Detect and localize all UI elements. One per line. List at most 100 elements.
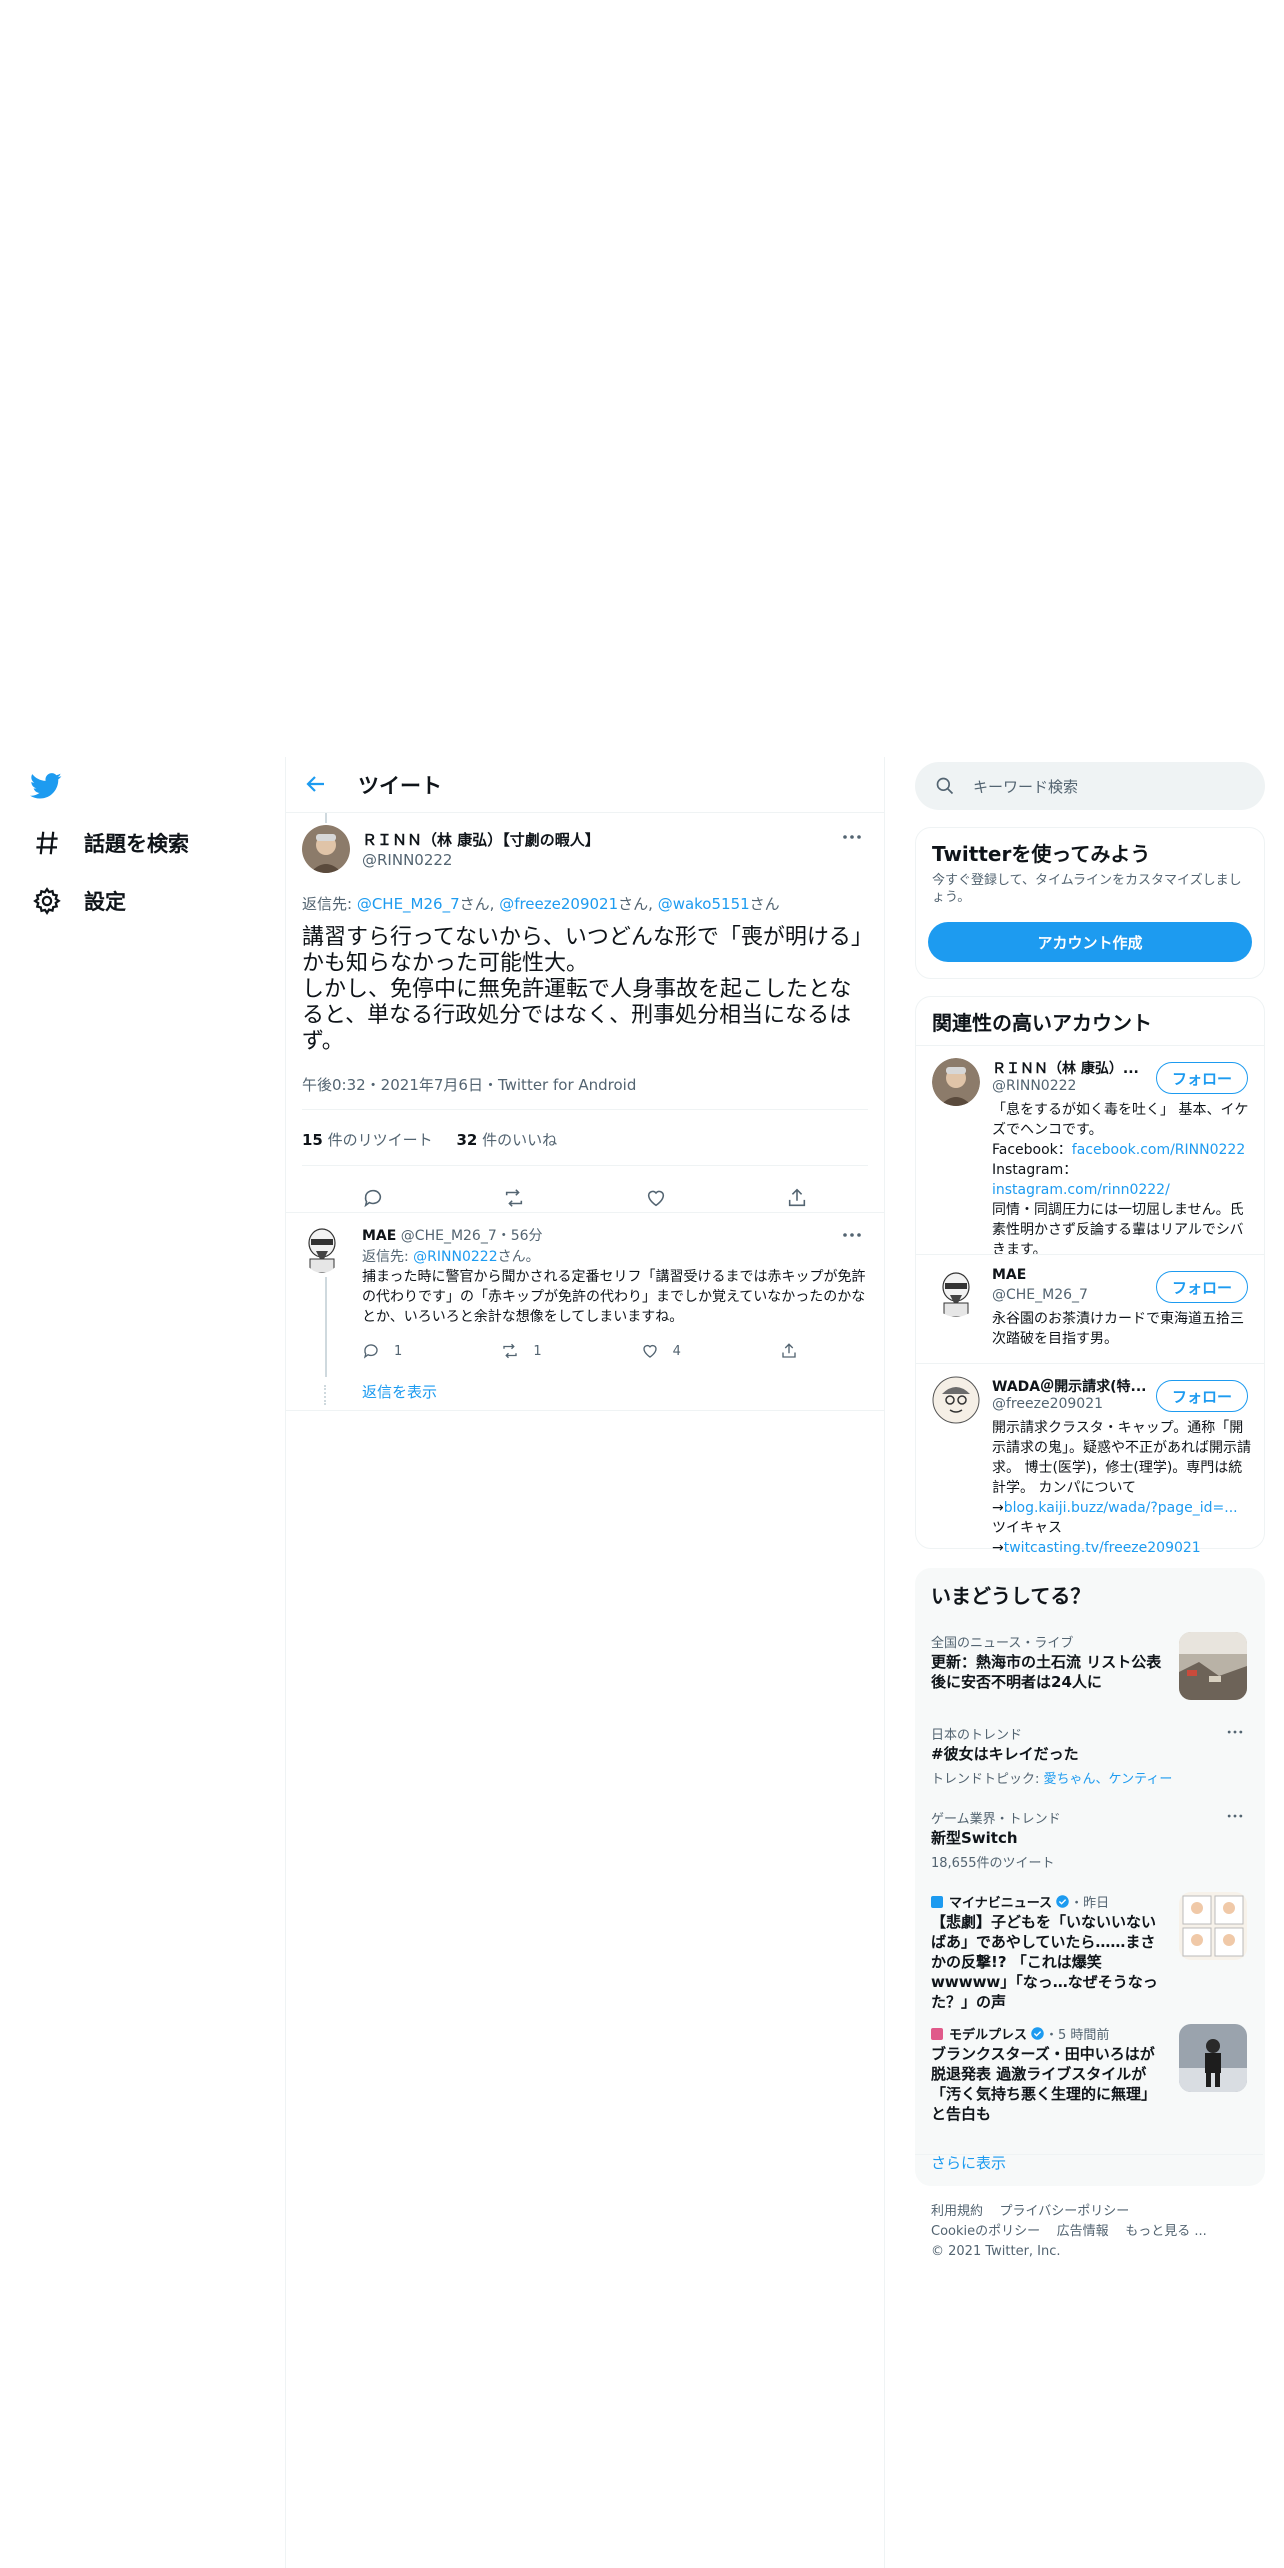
divider	[302, 1109, 868, 1110]
share-button[interactable]	[780, 1342, 812, 1360]
trend-name: ブランクスターズ・田中いろはが脱退発表 過激ライブスタイルが「汚く気持ち悪く生理…	[931, 2045, 1157, 2123]
trend-name: 更新：熱海市の土石流 リスト公表後に安否不明者は24人に	[931, 1653, 1162, 1691]
like-icon[interactable]	[645, 1187, 667, 1209]
create-account-button[interactable]: アカウント作成	[928, 922, 1252, 962]
tweet-timestamp[interactable]: 午後0:32・2021年7月6日・Twitter for Android	[302, 1074, 636, 1095]
twitter-logo-icon[interactable]	[30, 770, 62, 802]
trend-name: 【悲劇】子どもを「いないいないばあ」であやしていたら……まさかの反撃!? 「これ…	[931, 1913, 1158, 2011]
footer: 利用規約 プライバシーポリシー Cookieのポリシー 広告情報 もっと見る .…	[931, 2202, 1261, 2262]
news-thumbnail	[1179, 2024, 1247, 2092]
footer-terms-link[interactable]: 利用規約	[931, 2204, 983, 2219]
display-name[interactable]: MAE	[362, 1228, 396, 1244]
reply-icon[interactable]	[362, 1187, 384, 1209]
related-account-1[interactable]: ＲＩＮＮ（林 康弘）... @RINN0222 フォロー 「息をするが如く毒を吐…	[916, 1046, 1264, 1258]
trend-thumbnail	[1179, 1632, 1247, 1700]
reply-to-link-2[interactable]: @freeze209021	[499, 895, 618, 913]
source-logo-icon	[931, 1895, 943, 1908]
account-name[interactable]: ＲＩＮＮ（林 康弘）...	[992, 1058, 1139, 1078]
trends-card: いまどうしてる？ 全国のニュース・ライブ 更新：熱海市の土石流 リスト公表後に安…	[915, 1568, 1265, 2186]
bio-link[interactable]: facebook.com/RINN0222	[1072, 1142, 1245, 1158]
account-name[interactable]: MAE	[992, 1267, 1026, 1283]
more-options-icon[interactable]	[1225, 1806, 1245, 1826]
follow-button[interactable]: フォロー	[1156, 1380, 1248, 1412]
account-handle[interactable]: @CHE_M26_7	[992, 1287, 1088, 1303]
news-source-line: モデルプレス ・5 時間前	[931, 2024, 1109, 2043]
account-handle[interactable]: @RINN0222	[992, 1078, 1076, 1094]
reply-sep: さん,	[618, 895, 658, 913]
trend-item[interactable]: 全国のニュース・ライブ 更新：熱海市の土石流 リスト公表後に安否不明者は24人に	[915, 1628, 1263, 1712]
page-header: ツイート	[286, 757, 884, 813]
main-column: ツイート ＲＩＮＮ（林 康弘）【寸劇の暇人】 @RINN0222 返信先: @C…	[285, 757, 885, 2568]
bio-link[interactable]: twitcasting.tv/freeze209021	[1004, 1540, 1201, 1556]
back-arrow-icon[interactable]	[304, 772, 330, 798]
related-account-2[interactable]: MAE @CHE_M26_7 フォロー 永谷園のお茶漬けカードで東海道五拾三次踏…	[916, 1255, 1264, 1363]
handle-time[interactable]: @CHE_M26_7・56分	[401, 1228, 543, 1244]
trend-news-item[interactable]: マイナビニュース ・昨日 【悲劇】子どもを「いないいないばあ」であやしていたら……	[915, 1888, 1263, 2016]
account-bio: 「息をするが如く毒を吐く」 基本、イケズでヘンコです。 Facebook：fac…	[992, 1100, 1254, 1260]
more-options-icon[interactable]	[840, 1223, 864, 1247]
avatar[interactable]	[302, 1225, 342, 1273]
account-name[interactable]: WADA＠開示請求(特...	[992, 1376, 1146, 1396]
related-account-3[interactable]: WADA＠開示請求(特... @freeze209021 フォロー 開示請求クラ…	[916, 1364, 1264, 1556]
follow-label: フォロー	[1171, 1278, 1232, 1297]
signup-title: Twitterを使ってみよう	[932, 842, 1151, 866]
trend-context: 全国のニュース・ライブ	[931, 1636, 1074, 1651]
share-icon[interactable]	[786, 1187, 808, 1209]
avatar[interactable]	[932, 1058, 980, 1106]
footer-ads-link[interactable]: 広告情報	[1057, 2224, 1109, 2239]
trend-sub-links[interactable]: 愛ちゃん、ケンティー	[1044, 1772, 1173, 1787]
more-options-icon[interactable]	[1225, 1722, 1245, 1742]
follow-button[interactable]: フォロー	[1156, 1271, 1248, 1303]
footer-cookie-link[interactable]: Cookieのポリシー	[931, 2224, 1040, 2239]
user-handle[interactable]: @RINN0222	[362, 851, 452, 869]
account-bio: 開示請求クラスタ・キャップ。通称「開示請求の鬼」。疑惑や不正があれば開示請求。 …	[992, 1418, 1254, 1558]
retweet-label: 件のリツイート	[322, 1131, 433, 1149]
trend-sub-prefix: トレンドトピック:	[931, 1772, 1044, 1787]
avatar[interactable]	[302, 825, 350, 873]
trend-item[interactable]: 日本のトレンド #彼女はキレイだった トレンドトピック: 愛ちゃん、ケンティー	[915, 1720, 1263, 1800]
display-name[interactable]: ＲＩＮＮ（林 康弘）【寸劇の暇人】	[362, 829, 600, 850]
reply-suffix: さん	[749, 895, 780, 913]
like-button[interactable]: 4	[641, 1342, 681, 1360]
bio-text: Instagram：	[992, 1162, 1078, 1178]
reply-prefix: 返信先:	[302, 895, 357, 913]
retweet-icon[interactable]	[503, 1187, 525, 1209]
footer-more-link[interactable]: もっと見る ...	[1125, 2224, 1207, 2239]
create-account-label: アカウント作成	[1037, 933, 1143, 952]
reply-suffix: さん。	[497, 1249, 540, 1265]
reply-tweet[interactable]: MAE @CHE_M26_7・56分 返信先: @RINN0222さん。 捕まっ…	[286, 1213, 884, 1385]
like-count: 4	[672, 1343, 681, 1359]
reply-text: 捕まった時に警官から聞かされる定番セリフ「講習受けるまでは赤キップが免許の代わり…	[362, 1269, 866, 1325]
more-options-icon[interactable]	[840, 825, 864, 849]
trend-news-item[interactable]: モデルプレス ・5 時間前 ブランクスターズ・田中いろはが脱退発表 過激ライブス…	[915, 2020, 1263, 2148]
reply-to-link[interactable]: @RINN0222	[413, 1249, 497, 1265]
trend-item[interactable]: ゲーム業界・トレンド 新型Switch 18,655件のツイート	[915, 1804, 1263, 1884]
like-stat[interactable]: 32 件のいいね	[457, 1131, 558, 1149]
reply-to-link-1[interactable]: @CHE_M26_7	[357, 895, 460, 913]
avatar[interactable]	[932, 1269, 980, 1317]
reply-button[interactable]: 1	[362, 1342, 402, 1360]
nav-explore[interactable]: 話題を検索	[32, 815, 189, 871]
bio-text: 「息をするが如く毒を吐く」 基本、イケズでヘンコです。	[992, 1102, 1249, 1138]
reply-icon	[363, 1344, 378, 1359]
bio-link[interactable]: instagram.com/rinn0222/	[992, 1182, 1170, 1198]
show-more-link[interactable]: さらに表示	[931, 2152, 1006, 2173]
like-count: 32	[456, 1131, 478, 1149]
tweet-text-line-2: しかし、免停中に無免許運転で人身事故を起こしたとなると、単なる行政処分ではなく、…	[302, 977, 852, 1054]
bio-text: 同情・同調圧力には一切屈しません。氏素性明かさず反論する輩はリアルでシバきます。	[992, 1202, 1244, 1258]
reply-prefix: 返信先:	[362, 1249, 414, 1265]
tweet-stats: 15 件のリツイート 32 件のいいね	[302, 1129, 868, 1150]
related-accounts-card: 関連性の高いアカウント ＲＩＮＮ（林 康弘）... @RINN0222 フォロー…	[915, 996, 1265, 1556]
footer-privacy-link[interactable]: プライバシーポリシー	[1000, 2204, 1130, 2219]
avatar[interactable]	[932, 1376, 980, 1424]
follow-button[interactable]: フォロー	[1156, 1062, 1248, 1094]
account-handle[interactable]: @freeze209021	[992, 1396, 1103, 1412]
show-replies-link[interactable]: 返信を表示	[362, 1381, 437, 1402]
nav-settings[interactable]: 設定	[32, 873, 126, 929]
search-box[interactable]: キーワード検索	[915, 762, 1265, 810]
retweet-icon	[503, 1343, 518, 1359]
reply-to-link-3[interactable]: @wako5151	[658, 895, 750, 913]
bio-link[interactable]: blog.kaiji.buzz/wada/?page_id=...	[1004, 1500, 1238, 1516]
retweet-stat[interactable]: 15 件のリツイート	[302, 1131, 433, 1149]
retweet-button[interactable]: 1	[501, 1342, 542, 1360]
